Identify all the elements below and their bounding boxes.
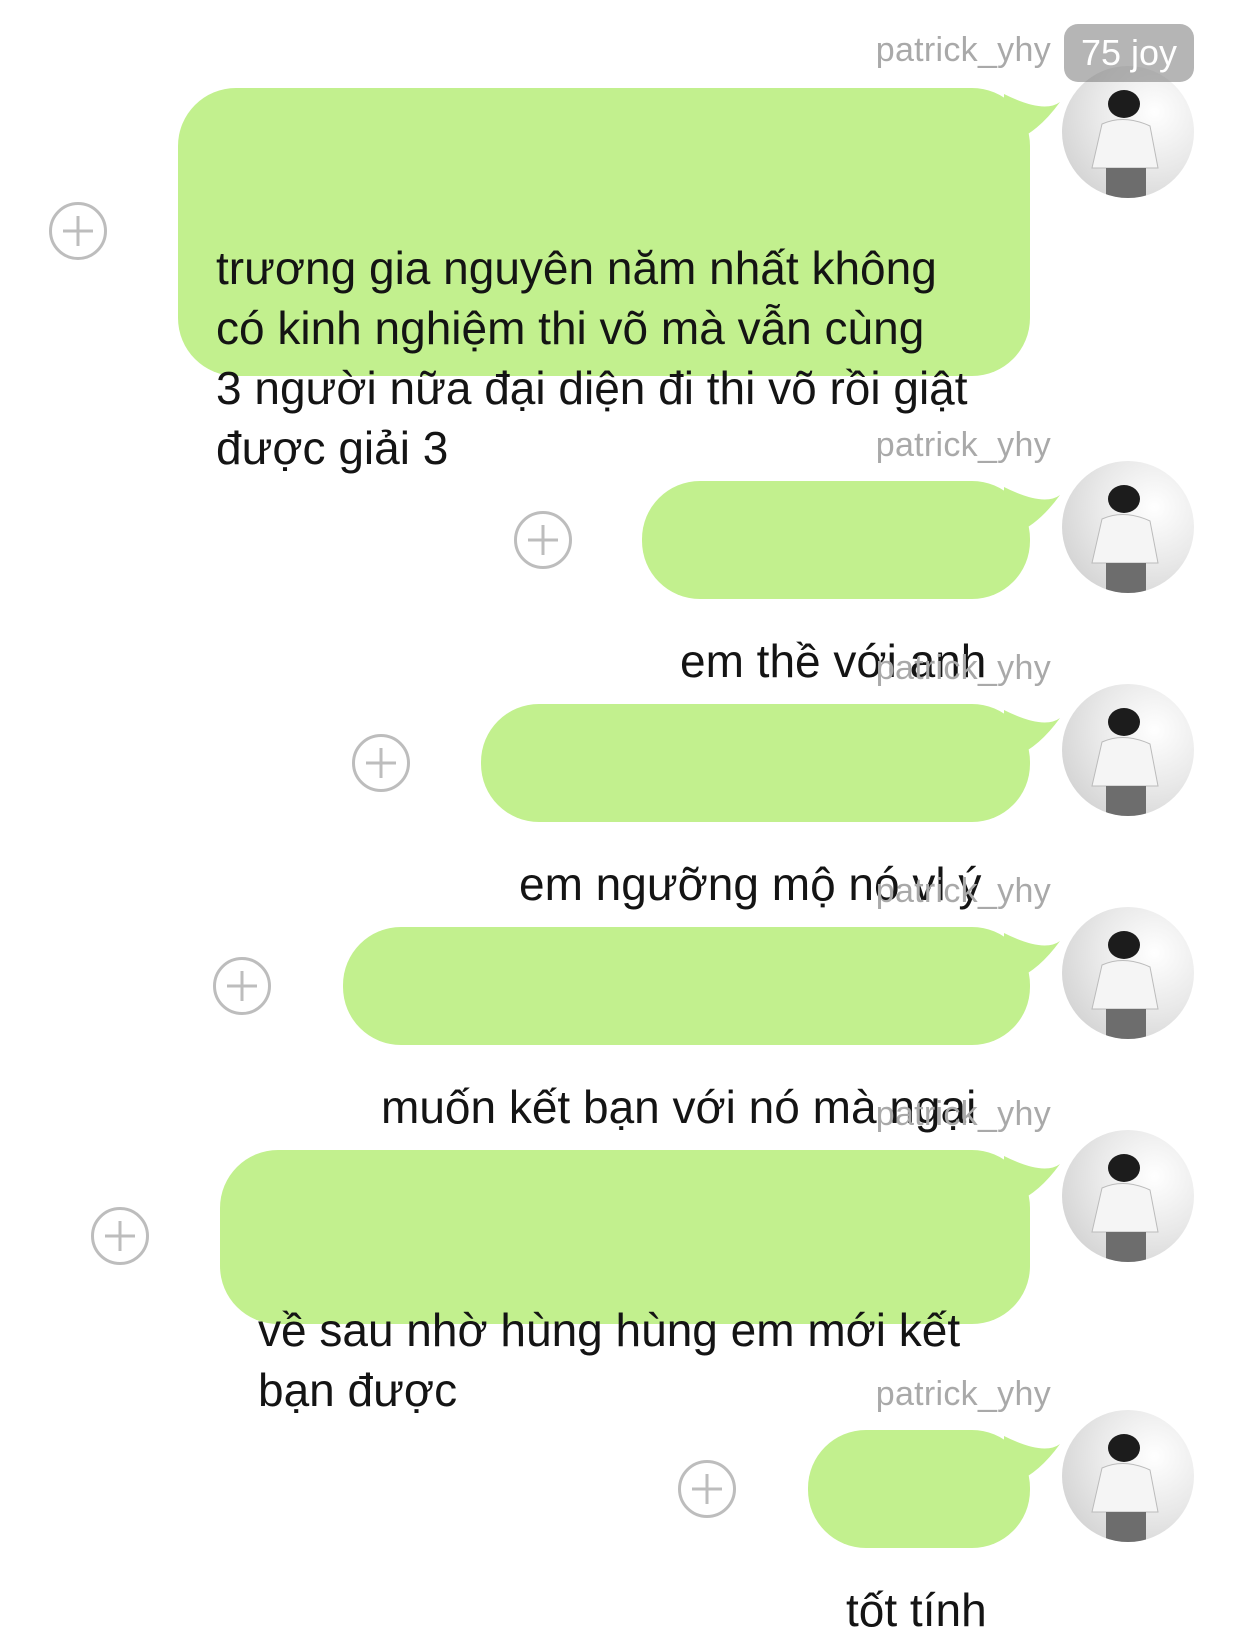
message-bubble[interactable]: tốt tính <box>808 1430 1060 1636</box>
bubble-tail-icon <box>1004 1436 1060 1486</box>
person-silhouette-icon <box>1091 1434 1159 1542</box>
bubble-tail-icon <box>1004 933 1060 983</box>
message-username: patrick_yhy <box>875 649 1051 687</box>
message-bubble[interactable]: muốn kết bạn với nó mà ngại <box>343 927 1060 1133</box>
message-text: tốt tính <box>846 1584 987 1636</box>
top-badge: 75 joy <box>1064 24 1194 82</box>
person-silhouette-icon <box>1091 708 1159 816</box>
person-silhouette-icon <box>1091 90 1159 198</box>
message-text: về sau nhờ hùng hùng em mới kết bạn được <box>258 1304 961 1416</box>
user-avatar[interactable] <box>1062 1410 1194 1542</box>
user-avatar[interactable] <box>1062 461 1194 593</box>
add-reaction-icon[interactable] <box>678 1460 736 1518</box>
bubble-tail-icon <box>1004 94 1060 144</box>
add-reaction-icon[interactable] <box>213 957 271 1015</box>
message-bubble[interactable]: em thề với anh <box>642 481 1060 687</box>
message-bubble[interactable]: trương gia nguyên năm nhất không có kinh… <box>178 88 1060 474</box>
message-username: patrick_yhy <box>875 426 1051 464</box>
user-avatar[interactable] <box>1062 1130 1194 1262</box>
message-bubble[interactable]: về sau nhờ hùng hùng em mới kết bạn được <box>220 1150 1060 1416</box>
message-text: trương gia nguyên năm nhất không có kinh… <box>216 242 968 474</box>
user-avatar[interactable] <box>1062 66 1194 198</box>
message-username: patrick_yhy <box>875 872 1051 910</box>
add-reaction-icon[interactable] <box>91 1207 149 1265</box>
message-username: patrick_yhy <box>875 31 1051 69</box>
add-reaction-icon[interactable] <box>352 734 410 792</box>
add-reaction-icon[interactable] <box>49 202 107 260</box>
person-silhouette-icon <box>1091 1154 1159 1262</box>
message-bubble[interactable]: em ngưỡng mộ nó vl ý <box>481 704 1060 910</box>
message-username: patrick_yhy <box>875 1375 1051 1413</box>
person-silhouette-icon <box>1091 931 1159 1039</box>
add-reaction-icon[interactable] <box>514 511 572 569</box>
bubble-tail-icon <box>1004 710 1060 760</box>
user-avatar[interactable] <box>1062 907 1194 1039</box>
bubble-tail-icon <box>1004 487 1060 537</box>
person-silhouette-icon <box>1091 485 1159 593</box>
bubble-tail-icon <box>1004 1156 1060 1206</box>
user-avatar[interactable] <box>1062 684 1194 816</box>
message-username: patrick_yhy <box>875 1095 1051 1133</box>
